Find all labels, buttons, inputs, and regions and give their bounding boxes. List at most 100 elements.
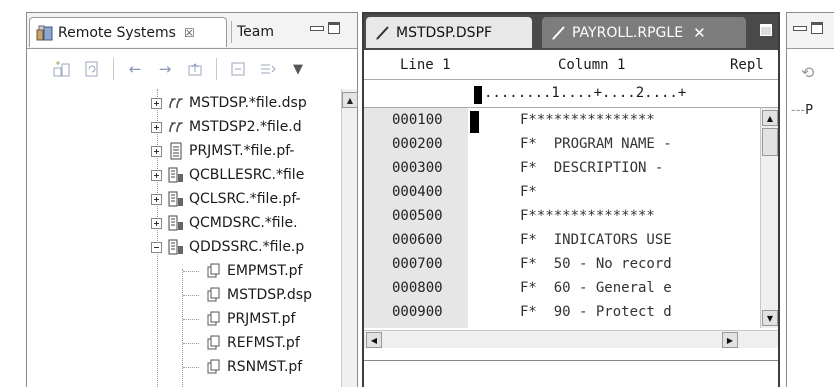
tab-remote-systems[interactable]: Remote Systems ☒ bbox=[29, 17, 227, 47]
editor-area: MSTDSP.DSPF PAYROLL.RPGLE ✕ Line 1 Colum… bbox=[362, 12, 780, 387]
source-text: F*************** bbox=[520, 112, 655, 128]
tab-team[interactable]: Team bbox=[231, 17, 274, 47]
source-file-icon bbox=[167, 190, 185, 208]
editor-lower-panel bbox=[364, 360, 778, 387]
tree-node[interactable]: QCMDSRC.*file. bbox=[151, 211, 298, 235]
tree-node[interactable]: MSTDSP.*file.dsp bbox=[151, 91, 307, 115]
scroll-thumb[interactable] bbox=[762, 128, 778, 156]
expand-icon[interactable] bbox=[151, 169, 162, 181]
line-indicator: Line 1 bbox=[400, 56, 451, 73]
outline-view: ⟲ ---P bbox=[786, 12, 834, 387]
forward-arrow-icon[interactable]: → bbox=[154, 58, 176, 80]
source-text: F*************** bbox=[520, 208, 655, 224]
tab-label: MSTDSP.DSPF bbox=[396, 24, 493, 41]
code-line[interactable]: 000500 F*************** bbox=[364, 204, 655, 228]
tree-member-label: PRJMST.pf bbox=[227, 311, 296, 327]
link-with-editor-icon[interactable] bbox=[257, 58, 279, 80]
scroll-left-icon[interactable]: ◀ bbox=[366, 332, 382, 348]
close-icon[interactable]: ✕ bbox=[693, 24, 706, 42]
tree-connector bbox=[183, 318, 199, 320]
tree-member[interactable]: REFMST.pf bbox=[183, 331, 300, 355]
code-line[interactable]: 000200 F* PROGRAM NAME - bbox=[364, 132, 672, 156]
source-text: F* bbox=[520, 184, 537, 200]
expand-icon[interactable] bbox=[151, 121, 162, 133]
minimize-icon[interactable] bbox=[310, 22, 324, 34]
sequence-number: 000100 bbox=[392, 112, 443, 128]
physical-file-icon bbox=[167, 142, 185, 160]
editor-vertical-scrollbar[interactable]: ▲ ▼ bbox=[760, 108, 778, 328]
code-line[interactable]: 000100 F*************** bbox=[364, 108, 655, 132]
outline-item-label: P bbox=[805, 103, 813, 118]
source-file-icon bbox=[167, 238, 185, 256]
view-window-controls bbox=[793, 22, 823, 34]
code-line[interactable]: 000300 F* DESCRIPTION - bbox=[364, 156, 663, 180]
member-icon bbox=[205, 262, 223, 280]
expand-icon[interactable] bbox=[151, 97, 162, 109]
source-text: F* DESCRIPTION - bbox=[520, 160, 664, 176]
tree-member[interactable]: PRJMST.pf bbox=[183, 307, 295, 331]
sync-icon[interactable]: ⟲ bbox=[801, 63, 814, 82]
maximize-icon[interactable] bbox=[811, 22, 823, 34]
sequence-number: 000700 bbox=[392, 256, 443, 272]
column-indicator: Column 1 bbox=[558, 56, 626, 73]
tree-member[interactable]: RSNMST.pf bbox=[183, 355, 302, 379]
source-text: F* 90 - Protect d bbox=[520, 304, 672, 320]
view-menu-icon[interactable]: ▼ bbox=[287, 58, 309, 80]
code-line[interactable]: 000900 F* 90 - Protect d bbox=[364, 300, 672, 324]
sequence-number: 000400 bbox=[392, 184, 443, 200]
mode-indicator: Repl bbox=[730, 56, 764, 73]
collapse-icon[interactable] bbox=[151, 241, 162, 253]
tree-member[interactable]: EMPMST.pf bbox=[183, 259, 303, 283]
remote-systems-icon bbox=[36, 24, 54, 42]
scroll-right-icon[interactable]: ▶ bbox=[722, 332, 738, 348]
tree-vertical-scrollbar[interactable]: ▲ bbox=[341, 89, 358, 387]
tab-mstdsp-dspf[interactable]: MSTDSP.DSPF bbox=[366, 17, 532, 48]
tree-node[interactable]: MSTDSP2.*file.d bbox=[151, 115, 302, 139]
expand-icon[interactable] bbox=[151, 217, 162, 229]
maximize-icon[interactable] bbox=[328, 22, 340, 34]
pencil-icon bbox=[552, 25, 565, 40]
tree-node-label: QCMDSRC.*file. bbox=[189, 215, 298, 231]
tree-node[interactable]: QDDSSRC.*file.p bbox=[151, 235, 304, 259]
up-level-icon[interactable] bbox=[184, 58, 206, 80]
tree-node[interactable]: QCLSRC.*file.pf- bbox=[151, 187, 301, 211]
expand-icon[interactable] bbox=[151, 193, 162, 205]
editor-horizontal-scrollbar[interactable]: ◀ ▶ bbox=[364, 330, 778, 348]
tree-member[interactable]: MSTDSP.dsp bbox=[183, 283, 312, 307]
code-line[interactable]: 000700 F* 50 - No record bbox=[364, 252, 672, 276]
refresh-icon[interactable] bbox=[81, 58, 103, 80]
tree-node[interactable]: PRJMST.*file.pf- bbox=[151, 139, 294, 163]
tab-label: PAYROLL.RPGLE bbox=[572, 24, 684, 41]
tree-connector bbox=[183, 342, 199, 344]
code-line[interactable]: 000800 F* 60 - General e bbox=[364, 276, 672, 300]
view-tabbar: Remote Systems ☒ Team bbox=[27, 13, 357, 49]
collapse-all-icon[interactable] bbox=[227, 58, 249, 80]
tree-connector bbox=[183, 270, 199, 272]
editor-status-line: Line 1 Column 1 Repl bbox=[364, 50, 778, 80]
expand-icon[interactable] bbox=[151, 145, 162, 157]
tree-node-label: QCLSRC.*file.pf- bbox=[189, 191, 301, 207]
tree-member-label: EMPMST.pf bbox=[227, 263, 303, 279]
member-icon bbox=[205, 310, 223, 328]
outline-item[interactable]: ---P bbox=[791, 103, 813, 118]
member-icon bbox=[205, 358, 223, 376]
tab-payroll-rpgle[interactable]: PAYROLL.RPGLE ✕ bbox=[542, 17, 746, 48]
minimize-icon[interactable] bbox=[793, 22, 807, 34]
tree-member-label: MSTDSP.dsp bbox=[227, 287, 312, 303]
tab-team-label: Team bbox=[237, 24, 275, 40]
scroll-down-icon[interactable]: ▼ bbox=[762, 310, 778, 326]
source-code[interactable]: 000100 F*************** 000200 F* PROGRAM … bbox=[364, 108, 762, 328]
sequence-number: 000200 bbox=[392, 136, 443, 152]
tree-node[interactable]: QCBLLESRC.*file bbox=[151, 163, 304, 187]
scroll-up-icon[interactable]: ▲ bbox=[762, 110, 778, 126]
scroll-up-icon[interactable]: ▲ bbox=[342, 92, 358, 108]
source-text: F* 60 - General e bbox=[520, 280, 672, 296]
close-icon[interactable]: ☒ bbox=[184, 26, 195, 40]
new-connection-icon[interactable] bbox=[51, 58, 73, 80]
tree-node-label: QCBLLESRC.*file bbox=[189, 167, 305, 183]
code-line[interactable]: 000600 F* INDICATORS USE bbox=[364, 228, 672, 252]
back-arrow-icon[interactable]: ← bbox=[124, 58, 146, 80]
maximize-icon[interactable] bbox=[760, 24, 772, 36]
source-text: F* 50 - No record bbox=[520, 256, 672, 272]
code-line[interactable]: 000400 F* bbox=[364, 180, 537, 204]
